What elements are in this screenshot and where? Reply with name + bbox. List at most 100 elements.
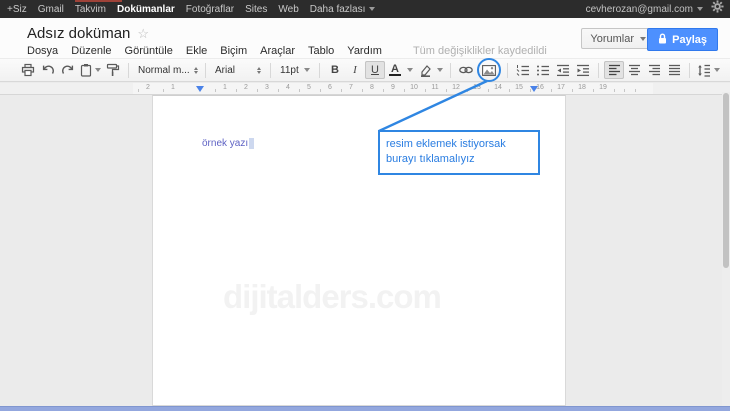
chevron-down-icon — [304, 68, 310, 72]
ruler-number: 1 — [223, 84, 227, 91]
justify-button[interactable] — [664, 61, 684, 79]
menu-goruntule[interactable]: Görüntüle — [125, 45, 173, 57]
account-menu[interactable]: cevherozan@gmail.com — [586, 4, 703, 15]
ruler-tick — [509, 89, 510, 92]
share-button[interactable]: Paylaş — [647, 28, 718, 51]
ruler-tick — [551, 89, 552, 92]
topbar-link-dokumanlar[interactable]: Dokümanlar — [117, 4, 175, 15]
topbar-link-gmail[interactable]: Gmail — [38, 4, 64, 15]
topbar-link-takvim[interactable]: Takvim — [75, 4, 106, 15]
ruler-number: 18 — [578, 84, 586, 91]
paragraph-style-dropdown[interactable]: Normal m... — [134, 61, 200, 79]
ruler-number: 2 — [244, 84, 248, 91]
menu-yardim[interactable]: Yardım — [347, 45, 382, 57]
ruler-number: 11 — [431, 84, 438, 91]
text-cursor — [249, 138, 254, 149]
print-button[interactable] — [18, 61, 38, 79]
line-spacing-button[interactable] — [695, 61, 722, 79]
toolbar-separator — [205, 63, 206, 78]
paint-format-button[interactable] — [103, 61, 123, 79]
paste-button[interactable] — [78, 61, 103, 79]
topbar-link-fotograflar[interactable]: Fotoğraflar — [186, 4, 234, 15]
increase-indent-button[interactable] — [573, 61, 593, 79]
numbered-list-button[interactable] — [513, 61, 533, 79]
ruler-number: 3 — [265, 84, 269, 91]
font-dropdown[interactable]: Arial — [211, 61, 265, 79]
updown-arrows-icon — [257, 67, 261, 74]
ruler-number: 4 — [286, 84, 290, 91]
ruler-number: 2 — [146, 84, 150, 91]
ruler-tick — [383, 89, 384, 92]
italic-label: I — [349, 64, 361, 76]
topbar-link-more[interactable]: Daha fazlası — [310, 4, 376, 15]
scrollbar-thumb[interactable] — [723, 93, 729, 268]
insert-link-button[interactable] — [456, 61, 476, 79]
menu-duzenle[interactable]: Düzenle — [71, 45, 111, 57]
ruler-number: 5 — [307, 84, 311, 91]
underline-label: U — [369, 64, 381, 76]
doc-header: Adsız doküman☆ Dosya Düzenle Görüntüle E… — [0, 18, 730, 58]
ruler-tick — [257, 89, 258, 92]
menu-dosya[interactable]: Dosya — [27, 45, 58, 57]
redo-button[interactable] — [58, 61, 78, 79]
lock-icon — [658, 33, 667, 47]
toolbar-separator — [689, 63, 690, 78]
insert-image-button[interactable] — [477, 58, 501, 82]
right-indent-marker[interactable] — [530, 86, 538, 92]
toolbar-separator — [270, 63, 271, 78]
document-text: örnek yazı — [202, 138, 248, 149]
menu-ekle[interactable]: Ekle — [186, 45, 207, 57]
underline-button[interactable]: U — [365, 61, 385, 79]
ruler-scale: 2112345678910111213141516171819 — [133, 83, 653, 94]
topbar-link-plus-you[interactable]: +Siz — [7, 4, 27, 15]
text-color-label: A — [389, 64, 401, 76]
active-tab-indicator — [75, 0, 122, 2]
highlight-color-button[interactable] — [415, 61, 435, 79]
text-color-button[interactable]: A — [385, 61, 405, 79]
topbar-link-web[interactable]: Web — [278, 4, 298, 15]
toolbar-separator — [128, 63, 129, 78]
align-right-button[interactable] — [644, 61, 664, 79]
ruler-number: 14 — [494, 84, 502, 91]
italic-button[interactable]: I — [345, 61, 365, 79]
topbar-link-sites[interactable]: Sites — [245, 4, 267, 15]
ruler-tick — [593, 89, 594, 92]
google-topbar: +Siz Gmail Takvim Dokümanlar Fotoğraflar… — [0, 0, 730, 18]
ruler-number: 9 — [391, 84, 395, 91]
ruler-tick — [488, 89, 489, 92]
share-button-label: Paylaş — [672, 34, 707, 46]
comments-button-label: Yorumlar — [590, 33, 634, 45]
chevron-down-icon — [369, 7, 375, 11]
ruler-tick — [215, 89, 216, 92]
menu-tablo[interactable]: Tablo — [308, 45, 334, 57]
comments-button[interactable]: Yorumlar — [581, 28, 655, 49]
chevron-down-icon[interactable] — [407, 68, 413, 72]
ruler-number: 1 — [171, 84, 175, 91]
chevron-down-icon — [95, 68, 101, 72]
star-icon[interactable]: ☆ — [137, 26, 149, 41]
font-size-dropdown[interactable]: 11pt — [276, 61, 314, 79]
document-title[interactable]: Adsız doküman☆ — [27, 25, 149, 42]
ruler-number: 8 — [370, 84, 374, 91]
bullet-list-button[interactable] — [533, 61, 553, 79]
menu-araclar[interactable]: Araçlar — [260, 45, 295, 57]
ruler-number: 12 — [452, 84, 460, 91]
align-left-button[interactable] — [604, 61, 624, 79]
ruler-tick — [467, 89, 468, 92]
align-center-button[interactable] — [624, 61, 644, 79]
decrease-indent-button[interactable] — [553, 61, 573, 79]
menubar: Dosya Düzenle Görüntüle Ekle Biçim Araçl… — [27, 45, 547, 57]
ruler-tick — [320, 89, 321, 92]
undo-button[interactable] — [38, 61, 58, 79]
ruler-tick — [425, 89, 426, 92]
ruler-tick — [572, 89, 573, 92]
chevron-down-icon[interactable] — [437, 68, 443, 72]
toolbar: Normal m... Arial 11pt B I U A — [0, 58, 730, 82]
ruler-tick — [163, 89, 164, 92]
left-indent-marker[interactable] — [196, 86, 204, 92]
menu-bicim[interactable]: Biçim — [220, 45, 247, 57]
font-value: Arial — [215, 65, 253, 76]
bold-button[interactable]: B — [325, 61, 345, 79]
ruler-number: 19 — [599, 84, 607, 91]
gear-icon[interactable] — [711, 0, 724, 18]
